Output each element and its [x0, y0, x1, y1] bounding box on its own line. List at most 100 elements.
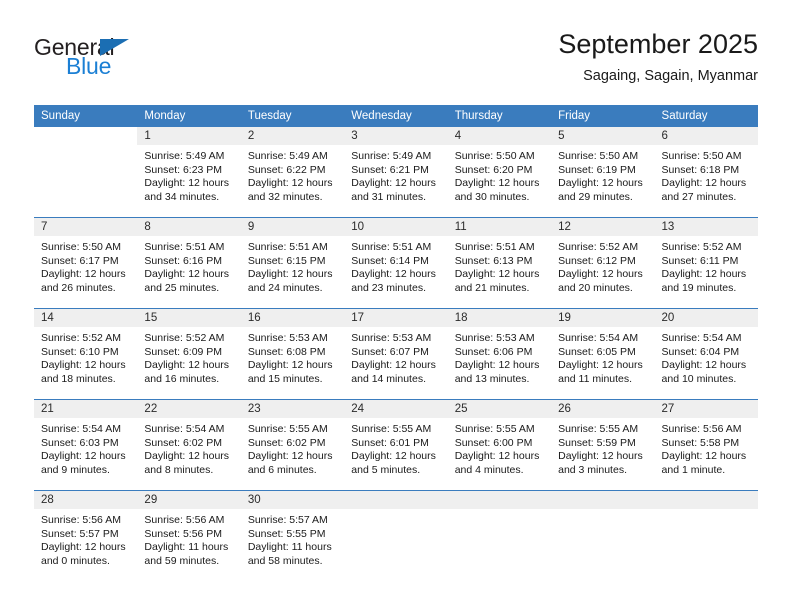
- day-cell[interactable]: 30 Sunrise: 5:57 AM Sunset: 5:55 PM Dayligh…: [240, 491, 345, 581]
- calendar-cell-day: 13 Sunrise: 5:52 AM Sunset: 6:11 PM Dayligh…: [654, 217, 758, 309]
- day-cell[interactable]: 18 Sunrise: 5:53 AM Sunset: 6:06 PM Dayligh…: [447, 309, 552, 399]
- day-cell[interactable]: 4 Sunrise: 5:50 AM Sunset: 6:20 PM Daylight…: [447, 127, 552, 217]
- day-details: Sunrise: 5:51 AM Sunset: 6:15 PM Daylight:…: [241, 236, 344, 295]
- day-details: Sunrise: 5:51 AM Sunset: 6:13 PM Daylight:…: [448, 236, 551, 295]
- day-cell[interactable]: 1 Sunrise: 5:49 AM Sunset: 6:23 PM Daylight…: [137, 127, 241, 217]
- calendar-week-row: 21 Sunrise: 5:54 AM Sunset: 6:03 PM Dayligh…: [34, 399, 758, 491]
- day-number: 15: [137, 309, 241, 327]
- day-sunrise-text: Sunrise: 5:52 AM: [41, 332, 121, 344]
- day-daylight-text: and 18 minutes.: [41, 372, 116, 385]
- day-sunset-text: Sunset: 6:04 PM: [661, 345, 740, 358]
- day-number: 17: [344, 309, 448, 327]
- calendar-cell-day: 21 Sunrise: 5:54 AM Sunset: 6:03 PM Dayligh…: [34, 399, 138, 491]
- weekday-header-wednesday: Wednesday: [344, 105, 448, 127]
- day-daylight-text: and 13 minutes.: [454, 372, 530, 385]
- day-cell[interactable]: 27 Sunrise: 5:56 AM Sunset: 5:58 PM Dayligh…: [654, 400, 758, 490]
- day-daylight-text: and 14 minutes.: [351, 372, 426, 385]
- day-daylight-text: and 6 minutes.: [247, 463, 317, 476]
- day-number: 5: [551, 127, 655, 145]
- day-cell[interactable]: 29 Sunrise: 5:56 AM Sunset: 5:56 PM Dayligh…: [137, 491, 241, 581]
- day-sunset-text: Sunset: 5:56 PM: [144, 527, 223, 540]
- day-cell[interactable]: 20 Sunrise: 5:54 AM Sunset: 6:04 PM Dayligh…: [654, 309, 758, 399]
- day-daylight-text: and 20 minutes.: [558, 281, 633, 294]
- calendar-cell-blank: [447, 490, 552, 581]
- calendar-header-row: Sunday Monday Tuesday Wednesday Thursday Frid…: [34, 105, 758, 127]
- day-daylight-text: and 21 minutes.: [454, 281, 530, 294]
- day-daylight-text: Daylight: 12 hours: [247, 359, 333, 372]
- day-cell[interactable]: 11 Sunrise: 5:51 AM Sunset: 6:13 PM Dayligh…: [447, 218, 552, 308]
- calendar-cell-day: 7 Sunrise: 5:50 AM Sunset: 6:17 PM Daylight…: [34, 217, 138, 309]
- day-cell[interactable]: 17 Sunrise: 5:53 AM Sunset: 6:07 PM Dayligh…: [344, 309, 448, 399]
- day-daylight-text: and 58 minutes.: [247, 554, 323, 567]
- day-details: Sunrise: 5:54 AM Sunset: 6:02 PM Daylight:…: [137, 418, 240, 477]
- day-cell[interactable]: 2 Sunrise: 5:49 AM Sunset: 6:22 PM Daylight…: [240, 127, 345, 217]
- day-cell[interactable]: 3 Sunrise: 5:49 AM Sunset: 6:21 PM Daylight…: [344, 127, 448, 217]
- calendar-cell-blank: [654, 490, 758, 581]
- day-cell-blank: [551, 491, 655, 581]
- calendar-cell-day: 26 Sunrise: 5:55 AM Sunset: 5:59 PM Dayligh…: [551, 399, 655, 491]
- day-sunset-text: Sunset: 6:22 PM: [247, 163, 326, 176]
- day-daylight-text: Daylight: 12 hours: [144, 359, 230, 372]
- day-daylight-text: and 11 minutes.: [558, 372, 633, 385]
- calendar-cell-day: 24 Sunrise: 5:55 AM Sunset: 6:01 PM Dayligh…: [344, 399, 448, 491]
- day-cell[interactable]: 15 Sunrise: 5:52 AM Sunset: 6:09 PM Dayligh…: [137, 309, 241, 399]
- location-subtitle: Sagaing, Sagain, Myanmar: [583, 68, 758, 84]
- day-number-band: [551, 491, 655, 509]
- day-number: 14: [34, 309, 138, 327]
- day-cell[interactable]: 9 Sunrise: 5:51 AM Sunset: 6:15 PM Daylight…: [240, 218, 345, 308]
- day-sunrise-text: Sunrise: 5:50 AM: [41, 241, 121, 253]
- day-cell[interactable]: 26 Sunrise: 5:55 AM Sunset: 5:59 PM Dayligh…: [551, 400, 655, 490]
- day-number: 29: [137, 491, 241, 509]
- day-cell[interactable]: 23 Sunrise: 5:55 AM Sunset: 6:02 PM Dayligh…: [240, 400, 345, 490]
- weekday-header-monday: Monday: [137, 105, 241, 127]
- day-sunset-text: Sunset: 6:21 PM: [351, 163, 429, 176]
- calendar-cell-day: 16 Sunrise: 5:53 AM Sunset: 6:08 PM Dayligh…: [240, 308, 345, 400]
- day-sunset-text: Sunset: 6:11 PM: [661, 254, 739, 267]
- day-cell[interactable]: 14 Sunrise: 5:52 AM Sunset: 6:10 PM Dayligh…: [34, 309, 138, 399]
- day-number: 8: [137, 218, 241, 236]
- day-cell[interactable]: 6 Sunrise: 5:50 AM Sunset: 6:18 PM Daylight…: [654, 127, 758, 217]
- day-daylight-text: and 30 minutes.: [454, 190, 530, 203]
- day-cell[interactable]: 13 Sunrise: 5:52 AM Sunset: 6:11 PM Dayligh…: [654, 218, 758, 308]
- day-cell[interactable]: 12 Sunrise: 5:52 AM Sunset: 6:12 PM Dayligh…: [551, 218, 655, 308]
- day-daylight-text: Daylight: 12 hours: [661, 450, 747, 463]
- calendar-cell-day: 18 Sunrise: 5:53 AM Sunset: 6:06 PM Dayligh…: [447, 308, 552, 400]
- day-number: 18: [447, 309, 552, 327]
- day-daylight-text: and 31 minutes.: [351, 190, 426, 203]
- calendar-cell-day: 29 Sunrise: 5:56 AM Sunset: 5:56 PM Dayligh…: [137, 490, 241, 581]
- day-cell[interactable]: 21 Sunrise: 5:54 AM Sunset: 6:03 PM Dayligh…: [34, 400, 138, 490]
- day-cell[interactable]: 5 Sunrise: 5:50 AM Sunset: 6:19 PM Daylight…: [551, 127, 655, 217]
- day-cell[interactable]: 16 Sunrise: 5:53 AM Sunset: 6:08 PM Dayligh…: [240, 309, 345, 399]
- day-cell-empty: [34, 127, 138, 217]
- day-cell[interactable]: 19 Sunrise: 5:54 AM Sunset: 6:05 PM Dayligh…: [551, 309, 655, 399]
- day-cell[interactable]: 22 Sunrise: 5:54 AM Sunset: 6:02 PM Dayligh…: [137, 400, 241, 490]
- day-daylight-text: and 4 minutes.: [454, 463, 524, 476]
- weekday-header-row: Sunday Monday Tuesday Wednesday Thursday Frid…: [34, 105, 758, 127]
- day-sunrise-text: Sunrise: 5:51 AM: [454, 241, 535, 253]
- day-sunrise-text: Sunrise: 5:56 AM: [41, 514, 121, 526]
- day-sunrise-text: Sunrise: 5:51 AM: [144, 241, 225, 253]
- day-cell[interactable]: 10 Sunrise: 5:51 AM Sunset: 6:14 PM Dayligh…: [344, 218, 448, 308]
- calendar-cell-day: 27 Sunrise: 5:56 AM Sunset: 5:58 PM Dayligh…: [654, 399, 758, 491]
- calendar-cell-day: 23 Sunrise: 5:55 AM Sunset: 6:02 PM Dayligh…: [240, 399, 345, 491]
- day-cell[interactable]: 8 Sunrise: 5:51 AM Sunset: 6:16 PM Daylight…: [137, 218, 241, 308]
- day-sunrise-text: Sunrise: 5:50 AM: [454, 150, 535, 162]
- day-daylight-text: Daylight: 12 hours: [144, 177, 230, 190]
- day-number: 23: [240, 400, 345, 418]
- day-daylight-text: Daylight: 12 hours: [454, 177, 540, 190]
- day-details: Sunrise: 5:50 AM Sunset: 6:18 PM Daylight:…: [655, 145, 758, 204]
- day-details: Sunrise: 5:50 AM Sunset: 6:17 PM Daylight:…: [34, 236, 137, 295]
- day-cell[interactable]: 7 Sunrise: 5:50 AM Sunset: 6:17 PM Daylight…: [34, 218, 138, 308]
- page-title: September 2025: [558, 29, 758, 59]
- day-daylight-text: Daylight: 12 hours: [558, 450, 643, 463]
- day-cell[interactable]: 25 Sunrise: 5:55 AM Sunset: 6:00 PM Dayligh…: [447, 400, 552, 490]
- day-daylight-text: Daylight: 12 hours: [41, 450, 126, 463]
- general-blue-logo[interactable]: General Blue: [34, 34, 244, 90]
- day-sunrise-text: Sunrise: 5:57 AM: [247, 514, 328, 526]
- day-cell[interactable]: 28 Sunrise: 5:56 AM Sunset: 5:57 PM Dayligh…: [34, 491, 138, 581]
- day-cell[interactable]: 24 Sunrise: 5:55 AM Sunset: 6:01 PM Dayligh…: [344, 400, 448, 490]
- day-details: Sunrise: 5:53 AM Sunset: 6:07 PM Daylight:…: [344, 327, 447, 386]
- calendar-cell-day: 28 Sunrise: 5:56 AM Sunset: 5:57 PM Dayligh…: [34, 490, 138, 581]
- calendar-cell-blank: [344, 490, 448, 581]
- day-daylight-text: and 10 minutes.: [661, 372, 737, 385]
